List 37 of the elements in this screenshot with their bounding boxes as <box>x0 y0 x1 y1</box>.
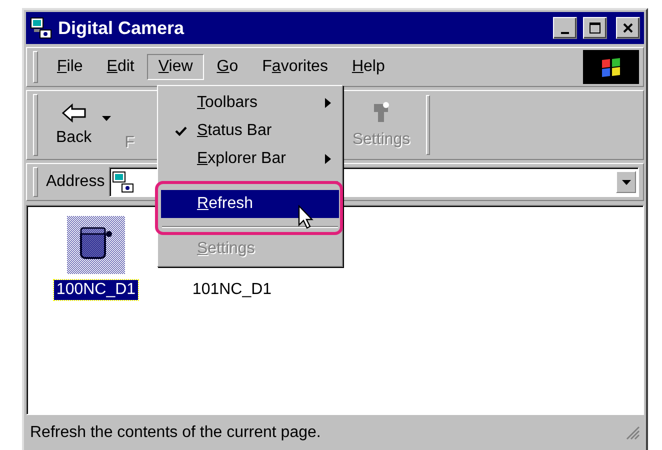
folder-icon[interactable] <box>67 216 125 274</box>
menu-item[interactable]: Edit <box>96 54 146 80</box>
folder-name[interactable]: 100NC_D1 <box>54 280 138 300</box>
close-icon <box>622 22 634 34</box>
toolbar-grip[interactable] <box>33 167 38 197</box>
back-button[interactable]: Back <box>46 99 102 151</box>
menu-option[interactable]: Refresh <box>161 190 339 218</box>
window-title: Digital Camera <box>58 18 186 38</box>
menu-item[interactable]: Help <box>340 54 396 80</box>
menu-item[interactable]: Favorites <box>251 54 339 80</box>
status-text: Refresh the contents of the current page. <box>30 424 321 442</box>
menu-item[interactable]: View <box>147 54 204 80</box>
close-button[interactable] <box>616 17 640 39</box>
caret-icon[interactable] <box>102 116 111 120</box>
submenu-arrow-icon <box>325 98 331 108</box>
resize-grip-icon[interactable] <box>626 426 640 440</box>
maximize-icon <box>589 22 601 34</box>
menu-option[interactable]: Status Bar <box>161 117 339 145</box>
mouse-pointer-icon <box>298 205 314 231</box>
dropdown-button[interactable] <box>616 171 636 193</box>
minimize-button[interactable] <box>553 17 577 39</box>
computer-icon <box>30 17 52 39</box>
folder-name[interactable]: 101NC_D1 <box>190 280 274 300</box>
menu-item[interactable]: Go <box>206 54 250 80</box>
toolbar-grip[interactable] <box>33 51 38 83</box>
minimize-icon <box>561 32 569 34</box>
menu-option[interactable]: Toolbars <box>161 89 339 117</box>
submenu-arrow-icon <box>325 154 331 164</box>
back-arrow-icon <box>60 103 87 123</box>
menu-option[interactable]: Explorer Bar <box>161 145 339 173</box>
computer-icon <box>112 171 134 193</box>
toolbar-grip[interactable] <box>33 94 38 156</box>
maximize-button[interactable] <box>583 17 607 39</box>
address-label: Address <box>46 173 105 191</box>
windows-logo <box>583 50 639 84</box>
menu-item[interactable]: File <box>46 54 94 80</box>
caret-icon <box>622 180 630 184</box>
